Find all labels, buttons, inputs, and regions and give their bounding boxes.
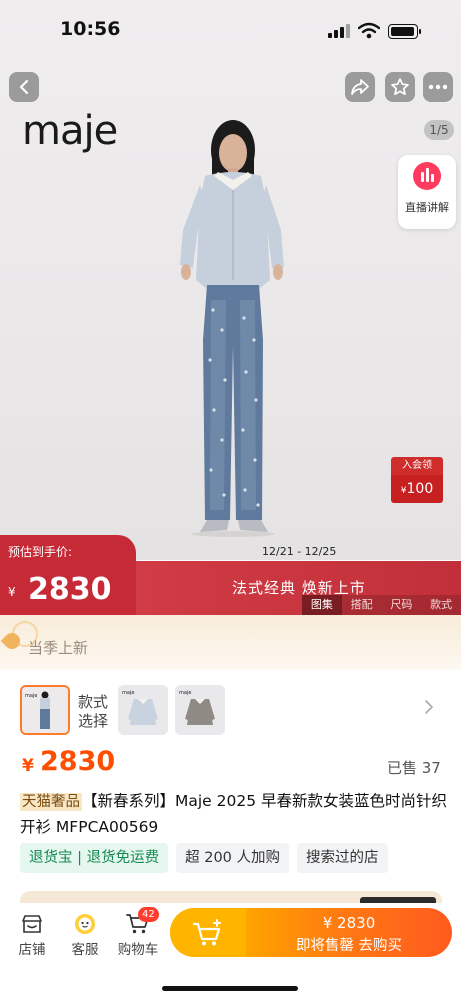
buy-label: 即将售罄 去购买 <box>295 938 403 954</box>
style-selector[interactable]: maje 款式 选择 maje maje <box>0 675 461 745</box>
searched-shop-chip[interactable]: 搜索过的店 <box>297 843 388 873</box>
svg-text:maje: maje <box>122 690 134 696</box>
price-currency: ¥ <box>22 756 34 776</box>
svg-text:maje: maje <box>179 690 191 696</box>
sold-count: 已售 37 <box>387 759 441 777</box>
product-image-gallery[interactable]: maje 1/5 直播讲解 入会领 ¥100 <box>0 0 461 560</box>
shop-button[interactable]: 店铺 <box>12 911 52 958</box>
coupon-title: 入会领 <box>391 457 443 475</box>
star-icon <box>391 78 409 96</box>
gallery-tabs: 图集 搭配 尺码 款式 <box>302 595 461 615</box>
style-select-label: 款式 选择 <box>78 693 109 730</box>
coupon-amount: ¥100 <box>391 475 443 503</box>
estimated-price-label: 预估到手价: <box>8 545 73 559</box>
estimated-price-currency: ¥ <box>8 585 16 599</box>
wifi-icon <box>358 22 380 39</box>
more-dots-icon <box>428 84 448 90</box>
style-thumb-selected[interactable]: maje <box>20 685 70 735</box>
price-row: ¥ 2830 已售 37 <box>0 745 461 785</box>
member-coupon[interactable]: 入会领 ¥100 <box>391 457 443 503</box>
cart-button[interactable]: 42 购物车 <box>115 907 161 958</box>
live-explain-button[interactable]: 直播讲解 <box>398 155 456 229</box>
status-time: 10:56 <box>60 18 121 40</box>
chevron-right-icon[interactable] <box>424 699 434 715</box>
estimated-price-value: 2830 <box>28 572 112 607</box>
customer-service-icon <box>75 914 95 934</box>
shop-label: 店铺 <box>18 942 46 958</box>
customer-service-button[interactable]: 客服 <box>65 911 105 958</box>
estimated-price-box: 预估到手价: ¥ 2830 <box>0 535 136 615</box>
new-season-section: 当季上新 <box>0 615 461 670</box>
more-button[interactable] <box>423 72 453 102</box>
image-counter: 1/5 <box>424 120 454 140</box>
cellular-signal-icon <box>328 24 350 38</box>
new-season-label: 当季上新 <box>28 639 89 657</box>
tab-style[interactable]: 款式 <box>421 595 461 615</box>
brand-logo: maje <box>22 108 118 154</box>
add-cart-icon <box>192 918 221 945</box>
battery-icon <box>388 24 421 39</box>
customer-service-label: 客服 <box>71 942 99 958</box>
favorite-button[interactable] <box>385 72 415 102</box>
live-label: 直播讲解 <box>405 201 449 214</box>
style-thumb-blue[interactable]: maje <box>118 685 168 735</box>
live-icon <box>413 162 441 190</box>
status-bar: 10:56 <box>0 0 461 62</box>
cart-label: 购物车 <box>117 942 159 958</box>
buy-now-button[interactable]: ¥ 2830 即将售罄 去购买 <box>170 908 452 957</box>
promo-dates: 12/21 - 12/25 <box>262 545 337 558</box>
svg-text:maje: maje <box>25 693 37 699</box>
style-thumb-image: maje <box>118 685 168 735</box>
share-icon <box>351 79 369 95</box>
style-thumb-image: maje <box>175 685 225 735</box>
style-thumb-grey[interactable]: maje <box>175 685 225 735</box>
shop-icon <box>22 915 42 933</box>
price-value: 2830 <box>40 746 116 777</box>
home-indicator <box>162 986 298 991</box>
service-chips: 退货宝 | 退货免运费 超 200 人加购 搜索过的店 <box>20 843 388 873</box>
promo-card-edge <box>20 891 442 903</box>
add-to-cart-button[interactable] <box>170 908 246 957</box>
tab-matching[interactable]: 搭配 <box>342 595 382 615</box>
style-thumb-image: maje <box>22 687 68 733</box>
product-title-text: 【新春系列】Maje 2025 早春新款女装蓝色时尚针织开衫 MFPCA0056… <box>20 792 448 836</box>
tmall-luxury-tag: 天猫奢品 <box>20 793 82 811</box>
share-button[interactable] <box>345 72 375 102</box>
return-insurance-chip[interactable]: 退货宝 | 退货免运费 <box>20 843 169 873</box>
bottom-action-bar: 店铺 客服 42 购物车 ¥ 2830 即将售罄 去购买 <box>0 903 461 1000</box>
price-banner: 12/21 - 12/25 预估到手价: ¥ 2830 法式经典 焕新上市 图集… <box>0 535 461 615</box>
buy-price: ¥ 2830 <box>322 914 376 932</box>
back-button[interactable] <box>9 72 39 102</box>
tab-size[interactable]: 尺码 <box>382 595 422 615</box>
product-title[interactable]: 天猫奢品 【新春系列】Maje 2025 早春新款女装蓝色时尚针织开衫 MFPCA… <box>20 789 450 840</box>
tab-gallery[interactable]: 图集 <box>302 595 342 615</box>
cart-added-chip[interactable]: 超 200 人加购 <box>176 843 290 873</box>
chevron-left-icon <box>19 79 29 95</box>
cart-count-badge: 42 <box>138 907 159 922</box>
